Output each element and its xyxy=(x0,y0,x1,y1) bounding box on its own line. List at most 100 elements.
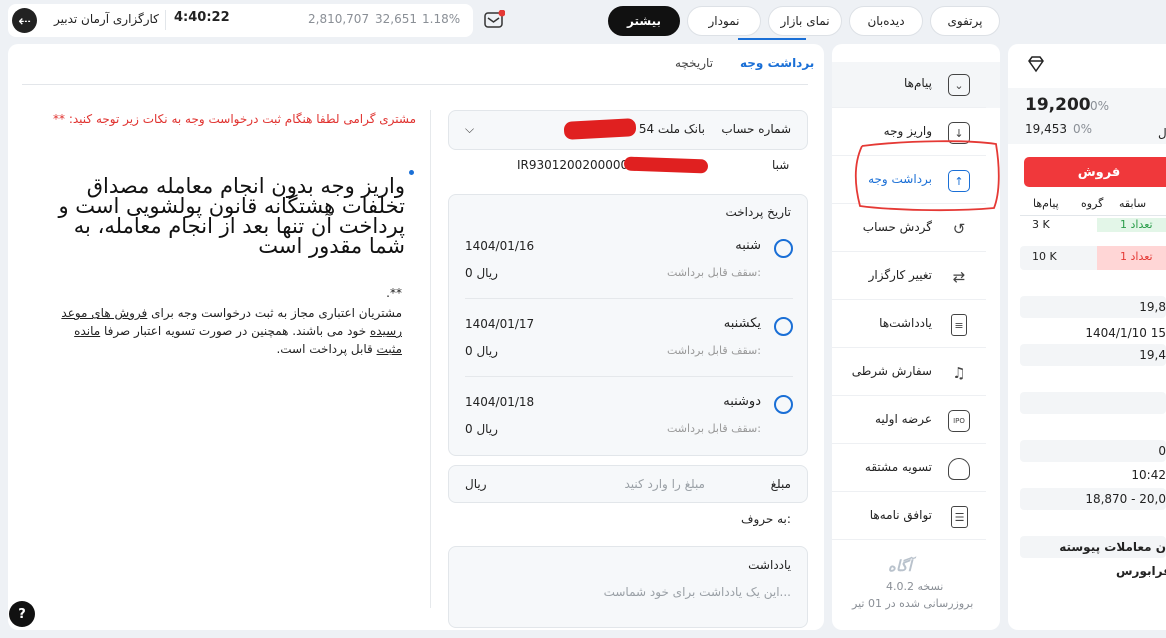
menu-item-ipo[interactable]: IPO عرضه اولیه xyxy=(832,398,986,444)
order-count: تعداد 1 xyxy=(1120,218,1153,231)
account-value: بانک ملت 54 xyxy=(638,122,705,136)
menu-label: سفارش شرطی xyxy=(851,364,932,378)
cap-value: 0 ریال xyxy=(465,344,498,358)
divider xyxy=(1020,215,1166,216)
diamond-icon[interactable] xyxy=(1026,55,1046,76)
index-change: 32,651 xyxy=(375,12,417,26)
date-option[interactable]: شنبه 1404/01/16 سقف قابل برداشت: 0 ریال xyxy=(449,233,809,293)
menu-label: تسویه مشتقه xyxy=(864,460,932,474)
date-option[interactable]: دوشنبه 1404/01/18 سقف قابل برداشت: 0 ریا… xyxy=(449,389,809,449)
menu-label: تغییر کارگزار xyxy=(868,268,932,282)
divider xyxy=(465,376,793,377)
menu-item-messages[interactable]: ⌄ پیام‌ها xyxy=(832,62,986,108)
cap-label: سقف قابل برداشت: xyxy=(667,422,761,435)
help-icon[interactable]: ? xyxy=(9,601,35,627)
cap-label: سقف قابل برداشت: xyxy=(667,344,761,357)
tab-group[interactable]: گروه xyxy=(1081,197,1103,210)
account-label: شماره حساب xyxy=(721,122,791,136)
truncated-char: ل xyxy=(1158,126,1166,140)
divider xyxy=(165,10,166,30)
date-day: یکشنبه xyxy=(723,316,761,331)
sheba-value: IR9301200200000 xyxy=(517,158,629,172)
cap-value: 0 ریال xyxy=(465,266,498,280)
account-select[interactable]: شماره حساب بانک ملت 54 ⌵ xyxy=(448,110,808,150)
amount-unit: ریال xyxy=(465,477,487,491)
chevron-down-icon: ⌵ xyxy=(465,122,475,136)
redaction-mark xyxy=(623,156,709,174)
info-value: 1404/1/10 15 xyxy=(1085,326,1166,340)
notice-text: مشتریان اعتباری مجاز به ثبت درخواست وجه … xyxy=(151,306,402,320)
annotation-circle xyxy=(854,140,1000,212)
radio-button[interactable] xyxy=(774,317,793,336)
tab-withdraw[interactable]: برداشت وجه xyxy=(740,56,814,70)
top-status-bar: ⇠ کارگزاری آرمان تدبیر 4:40:22 2,810,707… xyxy=(8,4,473,37)
radio-button[interactable] xyxy=(774,239,793,258)
info-row: 10:42 xyxy=(1020,464,1166,486)
nav-portfolio-button[interactable]: پرتفوی xyxy=(930,6,1000,36)
amount-placeholder: مبلغ را وارد کنید xyxy=(624,477,705,491)
divider xyxy=(465,298,793,299)
ipo-icon: IPO xyxy=(948,410,970,432)
menu-label: پیام‌ها xyxy=(903,76,932,90)
nav-chart-button[interactable]: نمودار xyxy=(687,6,761,36)
menu-item-conditional-order[interactable]: ♫ سفارش شرطی xyxy=(832,350,986,396)
pay-date-label: تاریخ پرداخت xyxy=(725,205,791,219)
cap-label: سقف قابل برداشت: xyxy=(667,266,761,279)
back-arrow-icon[interactable]: ⇠ xyxy=(12,8,37,33)
sell-button[interactable]: فروش xyxy=(1024,157,1166,187)
note-placeholder: این یک یادداشت برای خود شماست... xyxy=(603,585,791,599)
notice-text: خود می باشند. همچنین در صورت تسویه اعتبا… xyxy=(104,324,367,338)
menu-item-derivative-settlement[interactable]: تسویه مشتقه xyxy=(832,446,986,492)
swap-icon: ⇄ xyxy=(952,268,966,286)
info-value: 18,870 - 20,0 xyxy=(1085,492,1166,506)
nav-market-view-button[interactable]: نمای بازار xyxy=(768,6,842,36)
broker-name: کارگزاری آرمان تدبیر xyxy=(54,12,159,26)
nav-more-button[interactable]: بیشتر xyxy=(608,6,680,36)
menu-label: گردش حساب xyxy=(862,220,932,234)
info-row: 18,870 - 20,0 xyxy=(1020,488,1166,510)
cap-value: 0 ریال xyxy=(465,422,498,436)
notice-stars: **. xyxy=(386,286,402,300)
nav-watchlist-button[interactable]: دیده‌بان xyxy=(849,6,923,36)
last-updated: بروزرسانی شده در 01 تیر xyxy=(852,597,974,610)
active-tab-indicator xyxy=(738,38,806,40)
radio-button[interactable] xyxy=(774,395,793,414)
menu-item-notes[interactable]: ≡ یادداشت‌ها xyxy=(832,302,986,348)
history-icon: ↺ xyxy=(952,220,966,238)
chevron-down-icon: ⌄ xyxy=(948,74,970,96)
tab-history[interactable]: سابقه xyxy=(1119,197,1146,210)
order-volume: 10 K xyxy=(1032,250,1057,263)
date-value: 1404/01/18 xyxy=(465,395,535,409)
index-value: 2,810,707 xyxy=(308,12,370,26)
market-name: فرابورس xyxy=(1116,564,1166,578)
clock: 4:40:22 xyxy=(174,10,230,25)
last-price-percent: 0% xyxy=(1090,99,1110,113)
date-option[interactable]: یکشنبه 1404/01/17 سقف قابل برداشت: 0 ریا… xyxy=(449,311,809,371)
menu-item-change-broker[interactable]: ⇄ تغییر کارگزار xyxy=(832,254,986,300)
menu-label: یادداشت‌ها xyxy=(879,316,932,330)
info-row: ن معاملات پیوسته xyxy=(1020,536,1166,558)
amount-input[interactable]: مبلغ مبلغ را وارد کنید ریال xyxy=(448,465,808,503)
app-version: نسخه 4.0.2 xyxy=(886,580,944,593)
info-row: 19,8 xyxy=(1020,296,1166,318)
info-value: 19,4 xyxy=(1139,348,1166,362)
info-row xyxy=(1020,392,1166,414)
tab-history[interactable]: تاریخچه xyxy=(675,56,713,70)
message-icon[interactable] xyxy=(483,9,506,30)
info-row: 0 xyxy=(1020,440,1166,462)
redaction-mark xyxy=(563,118,637,140)
tab-messages[interactable]: پیام‌ها xyxy=(1033,197,1059,210)
menu-item-agreements[interactable]: ☰ توافق نامه‌ها xyxy=(832,494,986,540)
info-row: 1404/1/10 15 xyxy=(1020,322,1166,344)
info-value: ن معاملات پیوسته xyxy=(1059,540,1166,554)
notice-intro: مشتری گرامی لطفا هنگام ثبت درخواست وجه ب… xyxy=(53,112,416,126)
brand-logo: آگاه xyxy=(888,557,912,575)
info-row: 19,4 xyxy=(1020,344,1166,366)
last-price: 19,200 xyxy=(1025,95,1091,115)
info-value: 19,8 xyxy=(1139,300,1166,314)
menu-label: واریز وجه xyxy=(883,124,932,138)
notice-text: قابل پرداخت است. xyxy=(276,342,373,356)
notice-paragraph: مشتریان اعتباری مجاز به ثبت درخواست وجه … xyxy=(60,304,402,358)
note-textarea[interactable]: یادداشت این یک یادداشت برای خود شماست... xyxy=(448,546,808,628)
date-day: دوشنبه xyxy=(723,394,761,409)
